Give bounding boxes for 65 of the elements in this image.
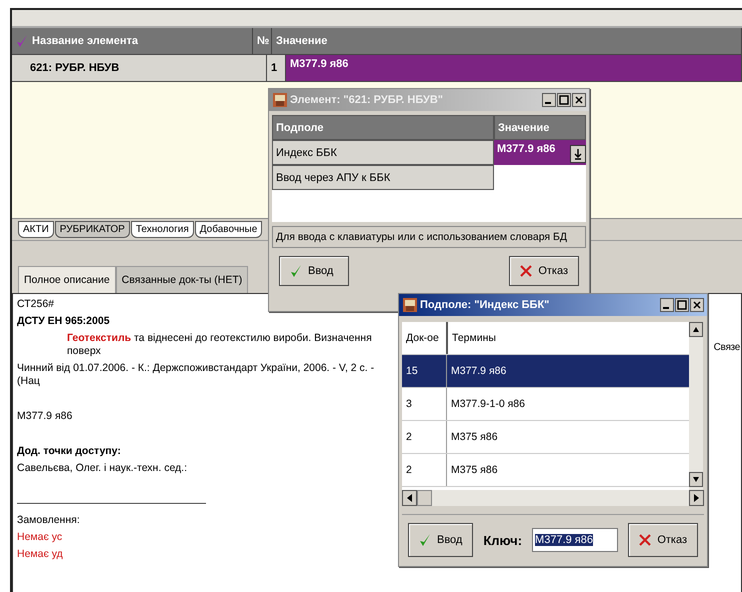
cancel-button[interactable]: Отказ (628, 523, 698, 557)
description-text: Немає уд (17, 548, 64, 561)
table-cell-text: М377.9-1-0 я86 (450, 397, 526, 412)
description-text: —————————————————— (17, 497, 207, 510)
table-cell: 15 (402, 355, 447, 387)
description-text: Замовлення: (17, 514, 81, 527)
table-cell: М377.9 я86 (286, 55, 742, 82)
tab[interactable]: Полное описание (18, 266, 116, 293)
table-cell-text: М375 я86 (450, 463, 499, 478)
table-cell: 2 (402, 421, 447, 453)
table-cell: 621: РУБР. НБУВ (12, 55, 267, 82)
tab[interactable]: АКТИ (18, 221, 54, 238)
table-cell-text: М375 я86 (450, 430, 499, 445)
column-header: Подполе (272, 115, 494, 140)
table-cell: Ввод через АПУ к ББК (272, 165, 494, 190)
app-icon (272, 92, 288, 108)
close-icon (520, 265, 532, 277)
check-icon (290, 264, 302, 278)
column-header: Термины (451, 331, 497, 346)
ok-button[interactable]: Ввод (408, 523, 474, 557)
column-header: Значение (494, 115, 586, 140)
list-row[interactable]: 15 М377.9 я86 (402, 355, 689, 388)
table-cell-text: М377.9 я86 (450, 364, 508, 379)
dropdown-icon (570, 145, 586, 163)
description-text: Чинний від 01.07.2006. - К.: Держспоживстандарт України, 2006. - V, 2 с. - (Нац (17, 362, 376, 388)
table-cell: 1 (267, 55, 286, 82)
list-row[interactable]: 2 М375 я86 (402, 454, 689, 487)
maximize-icon (675, 298, 689, 312)
column-header: № (253, 28, 272, 55)
app-icon (402, 297, 418, 313)
key-field[interactable]: М377.9 я86 (532, 528, 618, 552)
window-title: Элемент: "621: РУБР. НБУВ" (290, 94, 444, 106)
hint-text: Для ввода с клавиатуры или с использованием словаря БД (272, 226, 586, 248)
ok-button[interactable]: Ввод (279, 256, 349, 286)
check-icon (419, 533, 431, 547)
description-text: Геотекстиль та віднесені до геотекстилю вироби. Визначення поверх (66, 332, 373, 358)
field-label: Ключ: (483, 532, 522, 548)
column-header: Название элемента (12, 28, 253, 55)
cancel-button[interactable]: Отказ (509, 256, 579, 286)
description-text: Дод. точки доступу: (17, 445, 122, 458)
maximize-icon (557, 93, 571, 107)
description-text: М377.9 я86 (17, 410, 74, 423)
window-title: Подполе: "Индекс ББК" (420, 299, 550, 311)
check-icon (16, 34, 28, 48)
close-icon (572, 93, 586, 107)
description-text: Савельєва, Олег. і наук.-техн. сед.: (17, 462, 188, 475)
description-text: СТ256# (17, 298, 56, 311)
table-cell: Индекс ББК (272, 140, 494, 165)
column-header: Значение (272, 28, 742, 55)
description-text: Немає ус (17, 531, 64, 544)
minimize-icon (542, 93, 556, 107)
list-row[interactable]: 2 М375 я86 (402, 421, 689, 454)
table-cell: 2 (402, 454, 447, 486)
description-text: ДСТУ EH 965:2005 (17, 315, 111, 328)
description-text: Связе (714, 342, 741, 355)
list-row[interactable]: 3 М377.9-1-0 я86 (402, 388, 689, 421)
close-icon (690, 298, 704, 312)
tab[interactable]: Технология (130, 221, 194, 238)
table-cell[interactable]: М377.9 я86 (494, 140, 586, 165)
minimize-icon (660, 298, 674, 312)
tab[interactable]: РУБРИКАТОР (54, 221, 130, 238)
tab[interactable]: Добавочные (194, 221, 262, 238)
tab[interactable]: Связанные док-ты (НЕТ) (116, 266, 248, 293)
table-cell: 3 (402, 388, 447, 420)
close-icon (639, 534, 652, 546)
